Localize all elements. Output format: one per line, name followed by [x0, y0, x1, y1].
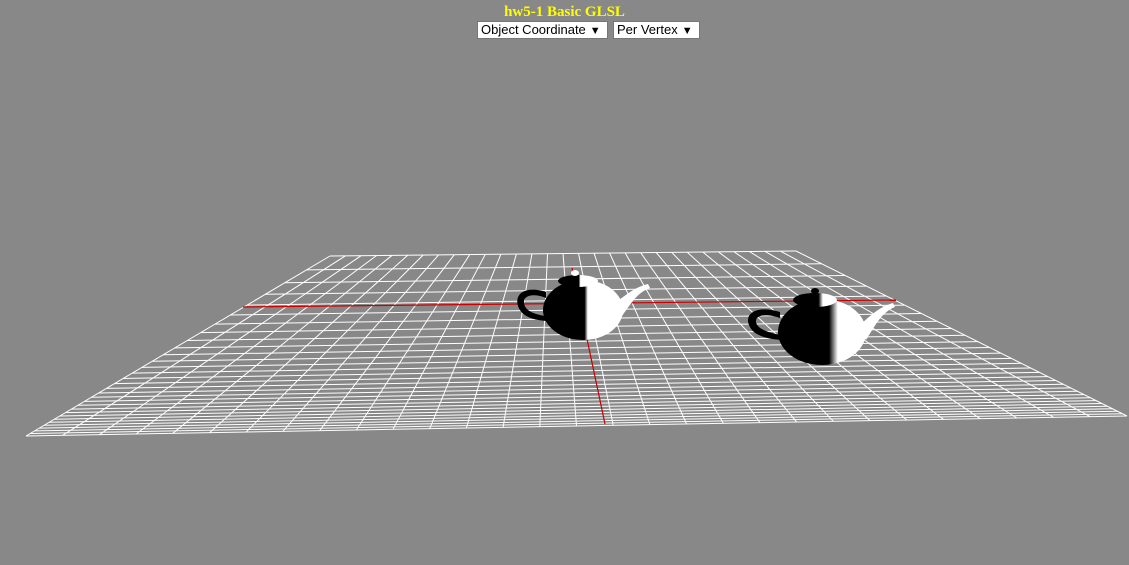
chevron-down-icon: ▼ — [681, 25, 693, 37]
coordinate-mode-select[interactable]: Object Coordinate ▼ — [477, 21, 608, 39]
grid-line — [34, 410, 1118, 432]
shading-mode-value: Per Vertex — [617, 22, 678, 37]
shading-mode-select[interactable]: Per Vertex ▼ — [613, 21, 700, 39]
app-root: hw5-1 Basic GLSL Object Coordinate ▼ Per … — [0, 0, 1129, 565]
grid-line — [44, 405, 1108, 426]
chevron-down-icon: ▼ — [589, 25, 601, 37]
teapot-left — [517, 270, 650, 340]
page-title: hw5-1 Basic GLSL — [504, 4, 625, 20]
webgl-canvas[interactable] — [0, 0, 1129, 565]
teapot-right — [747, 288, 895, 365]
coordinate-mode-value: Object Coordinate — [481, 22, 586, 37]
